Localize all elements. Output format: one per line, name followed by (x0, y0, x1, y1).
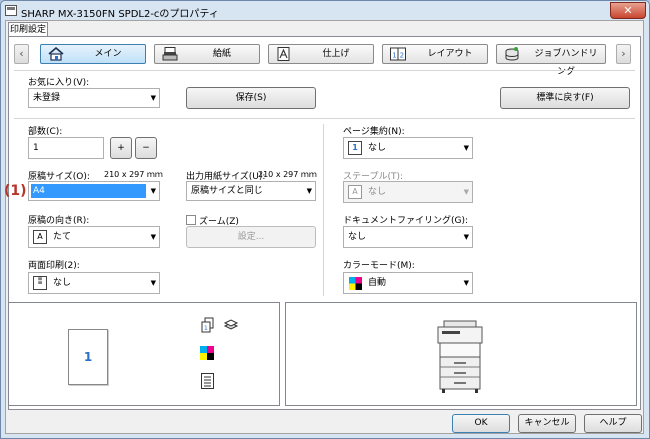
nav-layout-label: レイアウト (427, 49, 473, 59)
document-icon: ≡ ≡ (33, 276, 47, 290)
reset-defaults-button[interactable]: 標準に戻す(F) (500, 87, 630, 109)
nav-paper-button[interactable]: 給紙 (154, 44, 260, 64)
home-icon (48, 46, 64, 61)
chevron-down-icon: ▼ (150, 233, 156, 241)
printer-machine-icon (436, 319, 484, 394)
nav-job-handling-label: ジョブハンドリング (534, 49, 598, 77)
job-handling-icon (504, 47, 520, 61)
nav-finishing-button[interactable]: 仕上げ (268, 44, 374, 64)
output-size-select[interactable]: 原稿サイズと同じ ▼ (186, 181, 316, 201)
copies-decrement-button[interactable]: − (135, 137, 157, 159)
chevron-down-icon: ▼ (150, 187, 156, 195)
copies-input[interactable]: 1 (28, 137, 104, 159)
nav-paper-label: 給紙 (212, 49, 231, 59)
output-size-dims: 210 x 297 ｍｍ (258, 170, 317, 179)
copies-increment-button[interactable]: + (110, 137, 132, 159)
staple-select[interactable]: A なし ▼ (343, 181, 473, 203)
staple-a-icon: A (348, 185, 362, 199)
finishing-icon (276, 47, 292, 61)
original-size-select[interactable]: A4 ▼ (28, 181, 160, 201)
staple-value: なし (368, 187, 387, 197)
help-button[interactable]: ヘルプ (584, 414, 642, 433)
page-thumbnail: 1 (68, 329, 108, 385)
chevron-down-icon: ▼ (463, 279, 469, 287)
chevron-down-icon: ▼ (150, 279, 156, 287)
nav-finishing-label: 仕上げ (322, 49, 350, 59)
color-mode-value: 自動 (368, 278, 387, 288)
orientation-select[interactable]: A たて ▼ (28, 226, 160, 248)
nav-main-label: メイン (94, 49, 122, 59)
duplex-label: 両面印刷(2): (28, 261, 80, 271)
filing-value: なし (348, 232, 367, 242)
n-up-select[interactable]: 1 なし ▼ (343, 137, 473, 159)
color-icon (349, 277, 362, 290)
chevron-down-icon: ▼ (463, 144, 469, 152)
chevron-down-icon: ▼ (463, 233, 469, 241)
document-filing-icon (201, 373, 214, 389)
column-divider (323, 124, 324, 296)
original-size-value: A4 (33, 186, 45, 196)
orientation-label: 原稿の向き(R): (28, 216, 90, 226)
zoom-settings-button[interactable]: 設定... (186, 226, 316, 248)
page-1-icon: 1 (348, 141, 362, 155)
copies-icon: 1 (200, 317, 216, 333)
svg-text:1: 1 (392, 52, 396, 60)
printer-preview-pane (285, 302, 637, 406)
n-up-value: なし (368, 143, 387, 153)
tab-print-settings[interactable]: 印刷設定 (8, 22, 48, 37)
copies-label: 部数(C): (28, 127, 63, 137)
chevron-down-icon: ▼ (150, 94, 156, 102)
title-bar: SHARP MX-3150FN SPDL2-cのプロパティ ✕ (1, 1, 647, 20)
nav-layout-button[interactable]: 12 レイアウト (382, 44, 488, 64)
cancel-button[interactable]: キャンセル (518, 414, 576, 433)
printer-app-icon (5, 5, 17, 16)
chevron-down-icon: ▼ (306, 187, 312, 195)
section-divider (14, 118, 635, 119)
paper-stack-icon (223, 317, 239, 333)
favorites-select[interactable]: 未登録 ▼ (28, 88, 160, 108)
orientation-value: たて (53, 232, 72, 242)
duplex-select[interactable]: ≡ ≡ なし ▼ (28, 272, 160, 294)
color-mode-icon (200, 346, 214, 360)
portrait-a-icon: A (33, 230, 47, 244)
n-up-label: ページ集約(N): (343, 127, 405, 137)
window-title: SHARP MX-3150FN SPDL2-cのプロパティ (21, 9, 219, 20)
svg-text:2: 2 (400, 52, 404, 60)
nav-divider (14, 70, 635, 71)
page-preview-pane: 1 1 (8, 302, 280, 406)
filing-select[interactable]: なし ▼ (343, 226, 473, 248)
nav-prev-button[interactable]: ‹ (14, 44, 29, 64)
filing-label: ドキュメントファイリング(G): (343, 216, 469, 226)
ok-button[interactable]: OK (452, 414, 510, 433)
nav-job-handling-button[interactable]: ジョブハンドリング (496, 44, 606, 77)
nav-next-button[interactable]: › (616, 44, 631, 64)
favorites-label: お気に入り(V): (28, 78, 90, 88)
output-size-value: 原稿サイズと同じ (191, 186, 263, 196)
close-button[interactable]: ✕ (610, 2, 646, 19)
color-mode-select[interactable]: 自動 ▼ (343, 272, 473, 294)
color-mode-label: カラーモード(M): (343, 261, 415, 271)
paper-tray-icon (162, 47, 178, 61)
favorites-value: 未登録 (33, 93, 61, 103)
layout-icon: 12 (390, 47, 406, 61)
callout-marker: (1) (4, 183, 27, 199)
original-size-dims: 210 x 297 ｍｍ (104, 170, 163, 179)
duplex-value: なし (53, 278, 72, 288)
save-button[interactable]: 保存(S) (186, 87, 316, 109)
chevron-down-icon: ▼ (463, 188, 469, 196)
nav-main-button[interactable]: メイン (40, 44, 146, 64)
zoom-checkbox[interactable] (186, 215, 196, 225)
svg-text:1: 1 (204, 325, 208, 332)
